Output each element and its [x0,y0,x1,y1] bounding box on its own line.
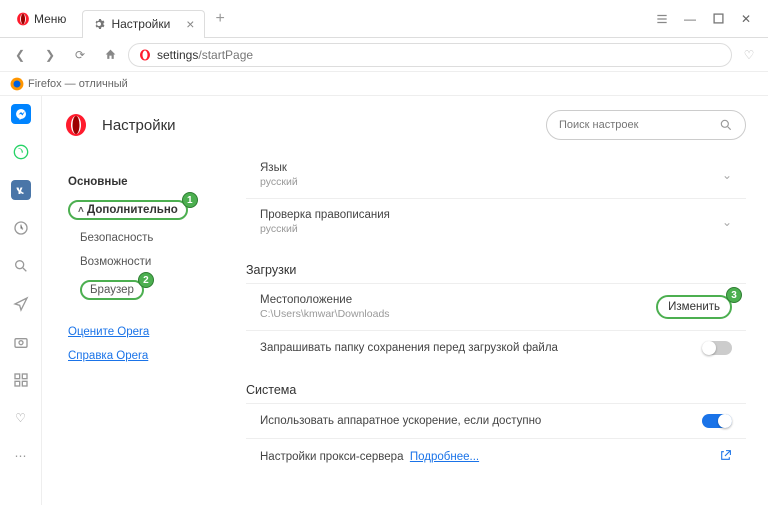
search-input[interactable] [559,119,711,131]
side-icons: ♡ ⋯ [0,96,42,505]
firefox-icon [10,77,24,91]
minimize-button[interactable]: — [676,5,704,33]
toggle-ask[interactable] [702,341,732,355]
tab-settings[interactable]: Настройки × [82,10,205,38]
search-side-icon[interactable] [11,256,31,276]
chevron-up-icon: ˄ [78,205,84,216]
close-button[interactable]: ✕ [732,5,760,33]
step-badge-1: 1 [182,192,198,208]
titlebar: Меню Настройки × + — ✕ [0,0,768,38]
sidebar-link-help[interactable]: Справка Opera [64,344,236,368]
home-button[interactable] [98,43,122,67]
opera-small-icon [139,49,151,61]
reload-button[interactable]: ⟳ [68,43,92,67]
new-tab-button[interactable]: + [215,10,224,28]
proxy-more-link[interactable]: Подробнее... [410,451,479,463]
sidebar-item-main[interactable]: Основные [64,170,236,194]
menu-button[interactable]: Меню [8,10,74,28]
row-hardware: Использовать аппаратное ускорение, если … [246,403,746,438]
whatsapp-icon[interactable] [11,142,31,162]
step-badge-3: 3 [726,287,742,303]
page-title: Настройки [102,117,176,134]
settings-sidebar: Основные ˄ Дополнительно 1 Безопасность … [64,148,236,505]
sidebar-item-features[interactable]: Возможности [64,250,236,274]
back-button[interactable]: ❮ [8,43,32,67]
grid-icon[interactable] [11,370,31,390]
maximize-button[interactable] [704,5,732,33]
address-bar[interactable]: settings/startPage [128,43,732,67]
chevron-down-icon: ⌄ [722,168,732,182]
row-spellcheck[interactable]: Проверка правописаниярусский ⌄ [246,198,746,245]
chevron-down-icon: ⌄ [722,215,732,229]
heart-icon[interactable]: ♡ [738,44,760,66]
row-ask-folder: Запрашивать папку сохранения перед загру… [246,330,746,365]
settings-main: Языкрусский ⌄ Проверка правописаниярусск… [246,148,746,505]
toolbar: ❮ ❯ ⟳ settings/startPage ♡ [0,38,768,72]
send-icon[interactable] [11,294,31,314]
sidebar-item-browser[interactable]: Браузер 2 [64,274,236,306]
bookmark-bar: Firefox — отличный [0,72,768,96]
settings-header: Настройки [64,110,746,140]
vk-icon[interactable] [11,180,31,200]
heart-side-icon[interactable]: ♡ [11,408,31,428]
sidebar-item-security[interactable]: Безопасность [64,226,236,250]
bookmark-item[interactable]: Firefox — отличный [28,78,128,90]
section-downloads: Загрузки [246,263,746,277]
toggle-hardware[interactable] [702,414,732,428]
opera-logo-icon [64,113,88,137]
section-system: Система [246,383,746,397]
external-link-icon[interactable] [719,449,732,465]
camera-icon[interactable] [11,332,31,352]
sidebar-item-advanced[interactable]: ˄ Дополнительно 1 [64,194,236,226]
sidebar-link-rate[interactable]: Оцените Opera [64,320,236,344]
search-icon [719,118,733,132]
row-proxy: Настройки прокси-сервера Подробнее... [246,438,746,475]
forward-button[interactable]: ❯ [38,43,62,67]
gear-icon [93,18,105,30]
step-badge-2: 2 [138,272,154,288]
messenger-icon[interactable] [11,104,31,124]
row-location: МестоположениеC:\Users\kmwar\Downloads И… [246,283,746,330]
row-language[interactable]: Языкрусский ⌄ [246,152,746,198]
change-button[interactable]: Изменить 3 [656,295,732,319]
opera-icon [16,12,30,26]
easy-setup-icon[interactable] [648,5,676,33]
clock-icon[interactable] [11,218,31,238]
search-box[interactable] [546,110,746,140]
ellipsis-icon[interactable]: ⋯ [11,446,31,466]
tab-close-icon[interactable]: × [186,16,194,32]
